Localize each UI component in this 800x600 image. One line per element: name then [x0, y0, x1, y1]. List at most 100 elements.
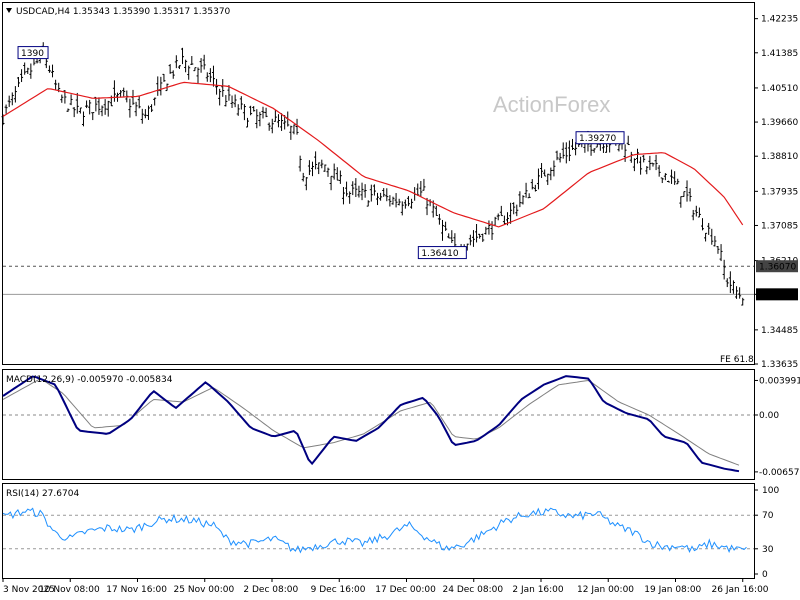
price-bar [475, 223, 479, 243]
price-bar [493, 216, 497, 226]
price-bar [252, 106, 256, 112]
price-bar [487, 220, 491, 235]
price-bar [218, 88, 222, 106]
price-bar [193, 67, 197, 72]
price-bar [134, 101, 138, 117]
x-tick-label: 9 Dec 16:00 [311, 585, 366, 595]
price-bar [261, 106, 265, 119]
last-price-badge: 1.35370 [756, 288, 798, 301]
price-bar [348, 191, 352, 204]
price-bar [657, 165, 661, 177]
price-bar [16, 76, 20, 88]
price-bar [26, 67, 30, 75]
macd-y-tick-label: -0.006578 [759, 468, 800, 478]
price-bar [78, 107, 82, 114]
price-bar [605, 142, 609, 153]
price-bar [97, 97, 101, 115]
price-bar [379, 192, 383, 201]
price-bar [385, 188, 389, 202]
price-bar [567, 140, 571, 162]
price-bar [481, 233, 485, 242]
price-bar [143, 109, 147, 119]
price-bar [122, 87, 126, 97]
rsi-panel-frame [2, 483, 755, 579]
price-bar [88, 99, 92, 115]
price-y-tick-label: 1.42235 [761, 15, 798, 25]
price-bar [366, 200, 370, 207]
price-bar [403, 199, 407, 209]
price-bar [515, 204, 519, 217]
price-bar [292, 124, 296, 135]
price-bar [400, 201, 404, 216]
price-bar [311, 161, 315, 177]
price-y-tick-label: 1.34485 [761, 326, 798, 336]
price-bar [670, 169, 674, 184]
price-bar [23, 62, 27, 75]
price-bar [571, 138, 575, 150]
price-bar [499, 205, 503, 217]
price-bar [530, 179, 534, 190]
price-bar [181, 47, 185, 65]
price-bar [317, 162, 321, 175]
price-bar [502, 215, 506, 225]
price-bar [552, 160, 556, 177]
x-tick-label: 17 Dec 00:00 [375, 585, 436, 595]
macd-label: MACD(12,26,9) -0.005970 -0.005834 [6, 375, 173, 385]
price-bar [270, 118, 274, 134]
price-bar [298, 155, 302, 172]
price-y-tick-label: 1.37935 [761, 187, 798, 197]
price-bar [540, 163, 544, 178]
price-bar [555, 150, 559, 161]
price-bar [521, 195, 525, 205]
price-bar [326, 167, 330, 177]
price-bar [69, 94, 73, 106]
price-bar [335, 167, 339, 181]
price-annotation: 1390 [17, 46, 49, 60]
x-tick-label: 17 Nov 16:00 [106, 585, 167, 595]
price-bar [280, 113, 284, 131]
price-bar [4, 104, 8, 114]
price-bar [332, 163, 336, 180]
rsi-y-tick-label: 100 [762, 486, 779, 496]
price-bar [91, 112, 95, 121]
price-bar [738, 287, 742, 299]
price-bar [304, 177, 308, 191]
price-y-tick-label: 1.40510 [761, 84, 798, 94]
price-bar [685, 180, 689, 202]
price-bar [434, 205, 438, 216]
price-bar [722, 259, 726, 280]
price-bar [267, 122, 271, 131]
rsi-y-tick-label: 0 [762, 570, 768, 580]
price-bar [728, 271, 732, 294]
price-bar [131, 89, 135, 105]
price-bar [168, 64, 172, 74]
price-bar [162, 73, 166, 82]
x-tick-label: 12 Jan 00:00 [577, 585, 634, 595]
price-bar [694, 205, 698, 217]
price-bar [10, 92, 14, 106]
price-annotation: 1.36410 [417, 246, 467, 260]
price-bar [688, 188, 692, 202]
price-bar [623, 144, 627, 162]
price-bar [211, 65, 215, 87]
price-bar [94, 96, 98, 112]
price-bar [29, 63, 33, 79]
price-bar [199, 58, 203, 73]
price-bar [184, 59, 188, 73]
x-tick-label: 2 Jan 16:00 [512, 585, 564, 595]
price-bar [202, 54, 206, 70]
price-y-tick-label: 1.39660 [761, 118, 798, 128]
price-annotation-text: 1.36410 [421, 249, 458, 259]
price-bar [527, 193, 531, 199]
x-tick-label: 26 Jan 16:00 [712, 585, 769, 595]
price-bar [382, 188, 386, 197]
fib-level-badge-text: 1.36070 [759, 263, 796, 273]
price-bar [468, 234, 472, 246]
price-bar [629, 151, 633, 163]
price-bar [735, 286, 739, 299]
dropdown-triangle-icon[interactable] [6, 8, 12, 13]
x-tick-label: 19 Jan 08:00 [644, 585, 701, 595]
price-bar [103, 99, 107, 115]
price-bar [13, 86, 17, 103]
price-bar [397, 198, 401, 206]
